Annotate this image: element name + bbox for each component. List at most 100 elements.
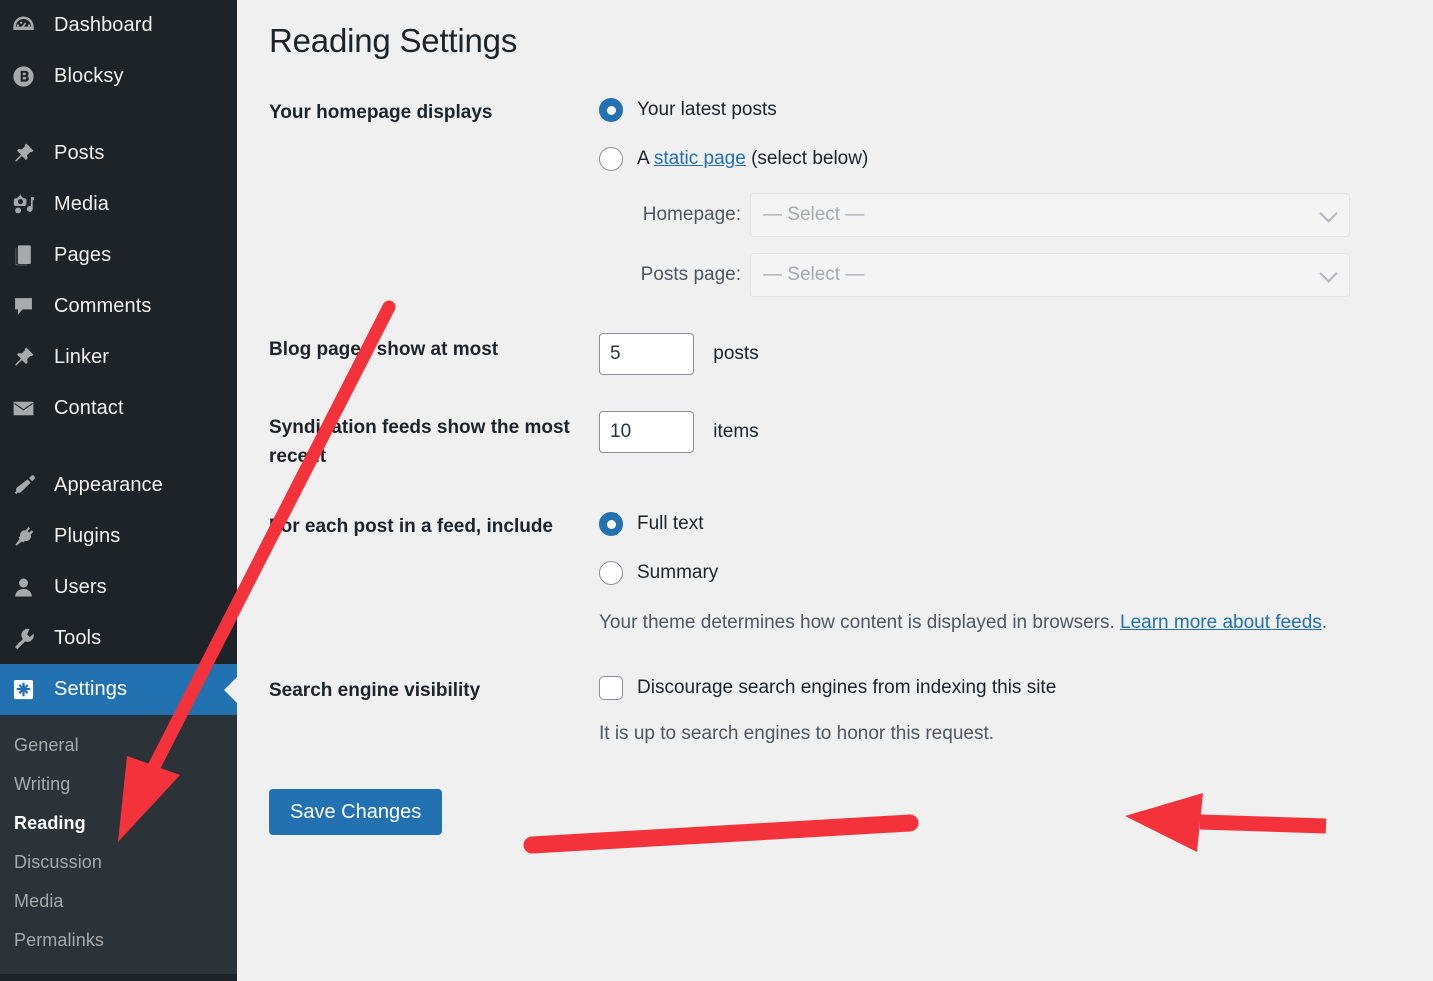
sidebar-item-label: Comments	[54, 295, 152, 318]
radio-static-suffix: (select below)	[746, 148, 869, 169]
submenu-item-discussion[interactable]: Discussion	[0, 843, 237, 882]
pages-icon	[10, 242, 37, 269]
radio-summary-label: Summary	[637, 559, 718, 588]
sidebar-item-label: Settings	[54, 678, 127, 701]
sidebar-item-label: Media	[54, 193, 109, 216]
chevron-down-icon	[1319, 204, 1337, 222]
sidebar-divider	[0, 434, 237, 460]
radio-full-text-label: Full text	[637, 510, 704, 539]
label-syndication-feeds: Syndication feeds show the most recent	[269, 393, 599, 492]
row-syndication-feeds: Syndication feeds show the most recent i…	[269, 393, 1413, 492]
syndication-unit: items	[713, 421, 758, 442]
row-homepage-displays: Your homepage displays Your latest posts…	[269, 78, 1413, 315]
radio-static-prefix: A	[637, 148, 654, 169]
posts-page-select-row: Posts page: — Select —	[599, 253, 1403, 297]
submenu-item-reading[interactable]: Reading	[0, 804, 237, 843]
settings-icon	[10, 676, 37, 703]
sidebar-item-settings[interactable]: Settings	[0, 664, 237, 715]
submit-area: Save Changes	[269, 767, 1413, 835]
radio-option-full-text[interactable]: Full text	[599, 510, 1403, 539]
sidebar-item-blocksy[interactable]: Blocksy	[0, 51, 237, 102]
wordpress-admin-screen: Dashboard Blocksy Posts Media Page	[0, 0, 1433, 981]
syndication-input[interactable]	[599, 411, 694, 453]
sidebar-item-media[interactable]: Media	[0, 179, 237, 230]
label-blog-pages: Blog pages show at most	[269, 315, 599, 393]
homepage-select[interactable]: — Select —	[750, 193, 1350, 237]
sidebar-item-label: Blocksy	[54, 65, 124, 88]
label-search-visibility: Search engine visibility	[269, 656, 599, 767]
reading-settings-form: Your homepage displays Your latest posts…	[269, 78, 1413, 767]
submenu-item-media[interactable]: Media	[0, 882, 237, 921]
sidebar-item-label: Tools	[54, 627, 101, 650]
learn-more-feeds-link[interactable]: Learn more about feeds	[1120, 612, 1322, 633]
homepage-select-value: — Select —	[763, 201, 864, 230]
save-changes-button[interactable]: Save Changes	[269, 789, 442, 835]
row-feed-include: For each post in a feed, include Full te…	[269, 492, 1413, 656]
static-page-selects: Homepage: — Select — Posts page: — Selec…	[599, 193, 1403, 297]
homepage-select-row: Homepage: — Select —	[599, 193, 1403, 237]
blog-pages-input[interactable]	[599, 333, 694, 375]
discourage-search-engines-checkbox[interactable]	[599, 676, 623, 700]
brush-icon	[10, 472, 37, 499]
row-search-visibility: Search engine visibility Discourage sear…	[269, 656, 1413, 767]
feed-help-prefix: Your theme determines how content is dis…	[599, 612, 1120, 633]
sidebar-item-users[interactable]: Users	[0, 562, 237, 613]
radio-latest-posts-icon[interactable]	[599, 98, 623, 122]
sidebar-item-plugins[interactable]: Plugins	[0, 511, 237, 562]
radio-option-static-page[interactable]: A static page (select below)	[599, 145, 1403, 174]
settings-submenu: General Writing Reading Discussion Media…	[0, 715, 237, 974]
sidebar-item-label: Plugins	[54, 525, 120, 548]
sidebar-item-linker[interactable]: Linker	[0, 332, 237, 383]
submenu-item-general[interactable]: General	[0, 726, 237, 765]
sidebar-item-label: Contact	[54, 397, 124, 420]
user-icon	[10, 574, 37, 601]
sidebar-item-label: Appearance	[54, 474, 163, 497]
radio-latest-posts-label: Your latest posts	[637, 96, 777, 125]
plug-icon	[10, 523, 37, 550]
dashboard-icon	[10, 12, 37, 39]
sidebar-item-contact[interactable]: Contact	[0, 383, 237, 434]
sidebar-item-dashboard[interactable]: Dashboard	[0, 0, 237, 51]
label-feed-include: For each post in a feed, include	[269, 492, 599, 656]
posts-page-select-value: — Select —	[763, 261, 864, 290]
feed-help-suffix: .	[1322, 612, 1327, 633]
pin-icon	[10, 140, 37, 167]
active-menu-pointer-icon	[224, 677, 237, 703]
row-blog-pages: Blog pages show at most posts	[269, 315, 1413, 393]
radio-option-latest-posts[interactable]: Your latest posts	[599, 96, 1403, 125]
media-icon	[10, 191, 37, 218]
homepage-select-caption: Homepage:	[599, 201, 741, 230]
static-page-link[interactable]: static page	[654, 148, 746, 169]
page-title: Reading Settings	[269, 0, 1413, 78]
blocksy-icon	[10, 63, 37, 90]
sidebar-item-label: Pages	[54, 244, 111, 267]
label-homepage-displays: Your homepage displays	[269, 78, 599, 315]
sidebar-divider	[0, 102, 237, 128]
sidebar-item-comments[interactable]: Comments	[0, 281, 237, 332]
submenu-item-writing[interactable]: Writing	[0, 765, 237, 804]
sidebar-item-posts[interactable]: Posts	[0, 128, 237, 179]
sidebar-item-label: Posts	[54, 142, 105, 165]
discourage-search-engines-row[interactable]: Discourage search engines from indexing …	[599, 674, 1403, 703]
submenu-item-permalinks[interactable]: Permalinks	[0, 921, 237, 960]
blog-pages-unit: posts	[713, 343, 758, 364]
sidebar-item-pages[interactable]: Pages	[0, 230, 237, 281]
radio-summary-icon[interactable]	[599, 561, 623, 585]
posts-page-select[interactable]: — Select —	[750, 253, 1350, 297]
main-content: Reading Settings Your homepage displays …	[237, 0, 1433, 981]
sidebar-item-appearance[interactable]: Appearance	[0, 460, 237, 511]
radio-static-page-icon[interactable]	[599, 147, 623, 171]
sidebar-item-tools[interactable]: Tools	[0, 613, 237, 664]
radio-full-text-icon[interactable]	[599, 512, 623, 536]
sidebar-item-label: Linker	[54, 346, 109, 369]
admin-sidebar: Dashboard Blocksy Posts Media Page	[0, 0, 237, 981]
comments-icon	[10, 293, 37, 320]
mail-icon	[10, 395, 37, 422]
chevron-down-icon	[1319, 264, 1337, 282]
sidebar-item-label: Dashboard	[54, 14, 153, 37]
discourage-search-engines-label: Discourage search engines from indexing …	[637, 674, 1056, 703]
search-visibility-help: It is up to search engines to honor this…	[599, 720, 1403, 749]
radio-option-summary[interactable]: Summary	[599, 559, 1403, 588]
pin-icon	[10, 344, 37, 371]
feed-help-text: Your theme determines how content is dis…	[599, 609, 1403, 638]
